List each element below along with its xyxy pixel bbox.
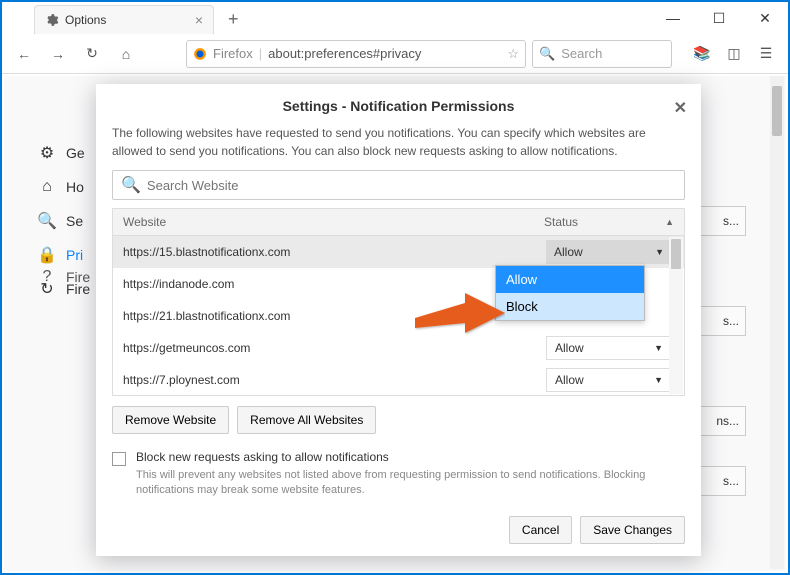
url-bar[interactable]: Firefox | about:preferences#privacy ☆	[186, 40, 526, 68]
search-icon: 🔍	[121, 175, 141, 195]
sidebar-help[interactable]: ? Fire	[38, 268, 90, 286]
table-body: https://15.blastnotificationx.com Allow▼…	[112, 236, 685, 396]
maximize-button[interactable]: ☐	[696, 2, 742, 34]
caret-down-icon: ▼	[654, 375, 663, 385]
dialog-body: The following websites have requested to…	[96, 124, 701, 504]
website-cell: https://indanode.com	[113, 277, 534, 291]
library-button[interactable]: 📚	[688, 40, 716, 68]
tab-strip: Options × +	[34, 2, 247, 34]
block-checkbox[interactable]	[112, 452, 126, 466]
status-dropdown: Allow Block	[495, 265, 645, 321]
table-scrollbar[interactable]	[669, 237, 683, 394]
help-icon: ?	[38, 268, 56, 286]
search-bar[interactable]: 🔍 Search	[532, 40, 672, 68]
sort-indicator-icon: ▲	[665, 217, 674, 227]
nav-toolbar: ← → ↻ ⌂ Firefox | about:preferences#priv…	[2, 34, 788, 74]
cancel-button[interactable]: Cancel	[509, 516, 572, 544]
gear-icon: ⚙	[38, 144, 56, 162]
dialog-close-button[interactable]: ✕	[670, 94, 691, 122]
search-placeholder: Search	[561, 46, 602, 61]
website-cell: https://7.ploynest.com	[113, 373, 534, 387]
dialog-title: Settings - Notification Permissions	[283, 98, 515, 114]
page-scrollbar[interactable]	[770, 76, 784, 569]
search-icon: 🔍	[38, 212, 56, 230]
menu-button[interactable]: ☰	[752, 40, 780, 68]
sidebar-help-label: Fire	[66, 269, 90, 285]
notification-permissions-dialog: Settings - Notification Permissions ✕ Th…	[96, 84, 701, 556]
firefox-icon	[193, 47, 207, 61]
save-changes-button[interactable]: Save Changes	[580, 516, 685, 544]
url-text: about:preferences#privacy	[268, 46, 421, 61]
block-new-requests-row: Block new requests asking to allow notif…	[112, 450, 685, 499]
browser-window: Options × + — ☐ ✕ ← → ↻ ⌂ Firefox | abou…	[0, 0, 790, 575]
website-cell: https://getmeuncos.com	[113, 341, 534, 355]
table-row[interactable]: https://15.blastnotificationx.com Allow▼	[113, 236, 684, 268]
search-icon: 🔍	[539, 46, 555, 62]
table-row[interactable]: https://getmeuncos.com Allow▼	[113, 332, 684, 364]
caret-down-icon: ▼	[655, 247, 664, 257]
column-website[interactable]: Website	[113, 215, 534, 229]
remove-all-button[interactable]: Remove All Websites	[237, 406, 376, 434]
home-icon: ⌂	[38, 178, 56, 196]
table-header: Website Status ▲	[112, 208, 685, 236]
gear-icon	[45, 13, 59, 27]
window-controls: — ☐ ✕	[650, 2, 788, 34]
ghost-button[interactable]: s...	[696, 206, 746, 236]
new-tab-button[interactable]: +	[220, 5, 247, 34]
ghost-button[interactable]: s...	[696, 306, 746, 336]
search-website-input[interactable]	[147, 178, 676, 193]
block-checkbox-label: Block new requests asking to allow notif…	[136, 450, 656, 464]
titlebar: Options × + — ☐ ✕	[2, 2, 788, 34]
reload-button[interactable]: ↻	[78, 40, 106, 68]
ghost-button[interactable]: ns...	[696, 406, 746, 436]
identity-label: Firefox	[213, 46, 253, 61]
ghost-button[interactable]: s...	[696, 466, 746, 496]
status-select[interactable]: Allow▼	[546, 336, 672, 360]
lock-icon: 🔒	[38, 246, 56, 264]
scrollbar-thumb[interactable]	[671, 239, 681, 269]
website-cell: https://15.blastnotificationx.com	[113, 245, 534, 259]
dialog-description: The following websites have requested to…	[112, 124, 685, 160]
scrollbar-thumb[interactable]	[772, 86, 782, 136]
sidebar-item-label: Ho	[66, 179, 84, 195]
background-buttons: s... s... ns... s...	[696, 206, 746, 496]
sidebar-item-label: Se	[66, 213, 83, 229]
sidebar-button[interactable]: ◫	[720, 40, 748, 68]
status-select[interactable]: Allow▼	[546, 368, 672, 392]
home-button[interactable]: ⌂	[112, 40, 140, 68]
sidebar-item-label: Ge	[66, 145, 85, 161]
tab-close-icon[interactable]: ×	[195, 12, 203, 28]
search-website-field[interactable]: 🔍	[112, 170, 685, 200]
dropdown-option-block[interactable]: Block	[496, 293, 644, 320]
caret-down-icon: ▼	[654, 343, 663, 353]
status-select[interactable]: Allow▼	[546, 240, 672, 264]
remove-website-button[interactable]: Remove Website	[112, 406, 229, 434]
block-help-text: This will prevent any websites not liste…	[136, 468, 656, 499]
minimize-button[interactable]: —	[650, 2, 696, 34]
forward-button[interactable]: →	[44, 40, 72, 68]
column-status[interactable]: Status ▲	[534, 215, 684, 229]
permissions-table: Website Status ▲ https://15.blastnotific…	[112, 208, 685, 396]
table-actions: Remove Website Remove All Websites	[112, 406, 685, 434]
sidebar-item-label: Pri	[66, 247, 83, 263]
window-close-button[interactable]: ✕	[742, 2, 788, 34]
dialog-header: Settings - Notification Permissions ✕	[96, 84, 701, 124]
dialog-footer: Cancel Save Changes	[96, 504, 701, 556]
tab-options[interactable]: Options ×	[34, 5, 214, 34]
table-row[interactable]: https://7.ploynest.com Allow▼	[113, 364, 684, 396]
bookmark-star-icon[interactable]: ☆	[507, 46, 519, 62]
back-button[interactable]: ←	[10, 40, 38, 68]
tab-title: Options	[65, 13, 106, 27]
website-cell: https://21.blastnotificationx.com	[113, 309, 534, 323]
dropdown-option-allow[interactable]: Allow	[496, 266, 644, 293]
